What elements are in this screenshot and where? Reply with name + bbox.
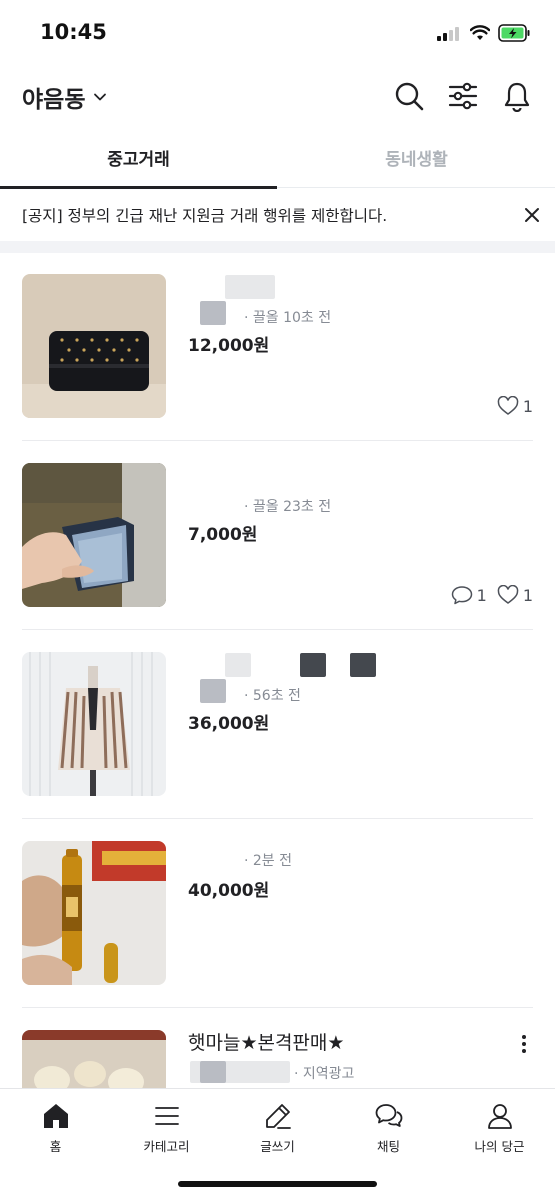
listing-counts: 1: [487, 396, 533, 416]
nav-label: 채팅: [376, 1139, 400, 1154]
nav-label: 홈: [49, 1139, 62, 1154]
home-indicator: [178, 1181, 377, 1187]
nav-category[interactable]: 카테고리: [111, 1099, 222, 1159]
blurred-title: [300, 653, 326, 677]
status-bar: 10:45: [0, 0, 555, 62]
tab-bar: 중고거래 동네생활: [0, 136, 555, 189]
wifi-icon: [470, 25, 490, 40]
nav-write[interactable]: 글쓰기: [222, 1099, 333, 1159]
status-time: 10:45: [40, 20, 107, 44]
like-count: 1: [522, 585, 533, 605]
nav-label: 글쓰기: [260, 1139, 295, 1154]
listing-price: 36,000원: [188, 714, 270, 734]
listing-price: 12,000원: [188, 336, 270, 356]
notice-text: [공지] 정부의 긴급 재난 지원금 거래 행위를 제한합니다.: [22, 207, 388, 225]
chevron-down-icon: [94, 93, 107, 101]
listing-thumbnail: [22, 652, 166, 796]
divider: [22, 440, 533, 441]
section-divider: [0, 241, 555, 253]
listing-feed: · 끌올 10초 전 12,000원 1 · 끌올 23초 전 7,000원 1…: [0, 253, 555, 1088]
listing-meta: · 2분 전: [244, 853, 293, 869]
listing-thumbnail: [22, 841, 166, 985]
tab-used-trade[interactable]: 중고거래: [0, 136, 277, 189]
pencil-icon: [265, 1104, 291, 1129]
filter-icon[interactable]: [447, 80, 479, 112]
divider: [22, 1007, 533, 1008]
heart-icon: [497, 585, 519, 604]
app-header: 야음동: [0, 62, 555, 132]
listing-meta: · 끌올 23초 전: [244, 499, 332, 515]
blurred-location: [200, 1061, 226, 1083]
listing-meta: · 56초 전: [244, 688, 301, 704]
comment-count: 1: [476, 585, 487, 605]
signal-icon: [437, 27, 463, 41]
battery-icon: [498, 24, 530, 42]
nav-my-karrot[interactable]: 나의 당근: [444, 1099, 555, 1159]
listing-meta: · 끌올 10초 전: [244, 310, 332, 326]
listing-price: 7,000원: [188, 525, 258, 545]
notice-banner[interactable]: [공지] 정부의 긴급 재난 지원금 거래 행위를 제한합니다.: [0, 189, 555, 241]
blurred-title: [225, 653, 251, 677]
listing-item[interactable]: · 끌올 23초 전 7,000원 1 1: [0, 442, 555, 630]
chat-icon: [375, 1104, 402, 1127]
divider: [22, 818, 533, 819]
listing-price: 40,000원: [188, 881, 270, 901]
more-vertical-icon[interactable]: [516, 1033, 532, 1055]
listing-item[interactable]: · 끌올 10초 전 12,000원 1: [0, 253, 555, 441]
listing-counts: 1 1: [441, 585, 533, 605]
heart-icon: [497, 396, 519, 415]
close-icon[interactable]: [520, 203, 544, 227]
ad-item[interactable]: 햇마늘★본격판매★ · 지역광고: [0, 1009, 555, 1088]
ad-title: 햇마늘★본격판매★: [188, 1032, 345, 1054]
search-icon[interactable]: [393, 80, 425, 112]
bell-icon[interactable]: [501, 80, 533, 112]
blurred-title: [350, 653, 376, 677]
blurred-location: [200, 679, 226, 703]
home-icon: [43, 1104, 68, 1128]
blurred-title: [225, 275, 275, 299]
ad-thumbnail: [22, 1030, 166, 1088]
user-icon: [487, 1104, 512, 1129]
like-count: 1: [522, 396, 533, 416]
nav-label: 카테고리: [143, 1139, 190, 1154]
listing-item[interactable]: · 2분 전 40,000원: [0, 820, 555, 1008]
nav-home[interactable]: 홈: [0, 1099, 111, 1159]
listing-item[interactable]: · 56초 전 36,000원: [0, 631, 555, 819]
chat-bubble-icon: [451, 586, 472, 605]
nav-label: 나의 당근: [474, 1139, 525, 1154]
location-selector[interactable]: 야음동: [22, 80, 107, 114]
nav-chat[interactable]: 채팅: [333, 1099, 444, 1159]
menu-icon: [154, 1107, 179, 1125]
tab-neighborhood-life[interactable]: 동네생활: [278, 136, 555, 188]
listing-thumbnail: [22, 463, 166, 607]
listing-thumbnail: [22, 274, 166, 418]
location-label: 야음동: [22, 87, 86, 113]
divider: [22, 629, 533, 630]
ad-meta: · 지역광고: [294, 1066, 355, 1082]
blurred-location: [200, 301, 226, 325]
